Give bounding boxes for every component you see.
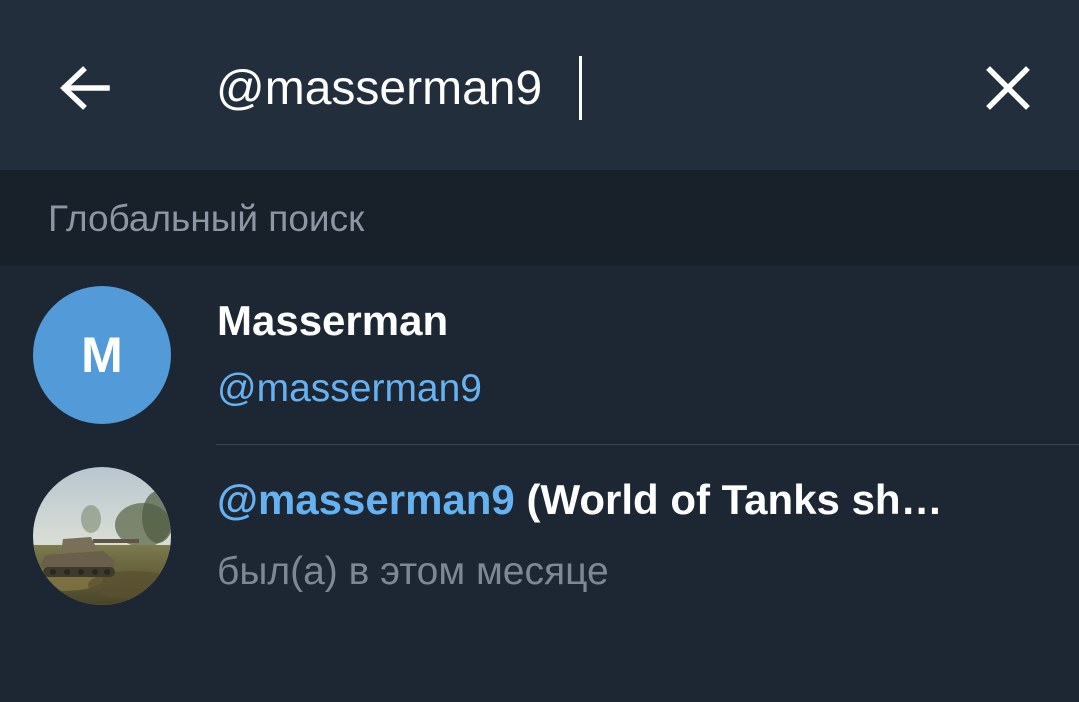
search-toolbar: [0, 0, 1079, 170]
result-handle: @masserman9: [217, 476, 515, 523]
search-result-item[interactable]: @masserman9 (World of Tanks sh… был(а) в…: [0, 445, 1079, 625]
result-name-rest: (World of Tanks sh…: [514, 476, 943, 523]
clear-search-button[interactable]: [973, 53, 1043, 123]
back-button[interactable]: [50, 53, 120, 123]
result-name: Masserman: [217, 297, 449, 344]
avatar: [33, 467, 171, 605]
search-result-item[interactable]: M Masserman @masserman9: [0, 266, 1079, 444]
section-title: Глобальный поиск: [48, 198, 365, 239]
close-icon: [986, 66, 1030, 110]
result-last-seen: был(а) в этом месяце: [217, 550, 609, 593]
search-input[interactable]: [216, 55, 916, 121]
text-caret: [579, 56, 582, 120]
avatar-initial: M: [81, 327, 123, 383]
result-username: @masserman9: [217, 367, 483, 410]
avatar: M: [33, 286, 171, 424]
result-name: @masserman9 (World of Tanks sh…: [217, 475, 943, 525]
tank-photo-icon: [33, 467, 171, 605]
arrow-left-icon: [60, 66, 110, 110]
